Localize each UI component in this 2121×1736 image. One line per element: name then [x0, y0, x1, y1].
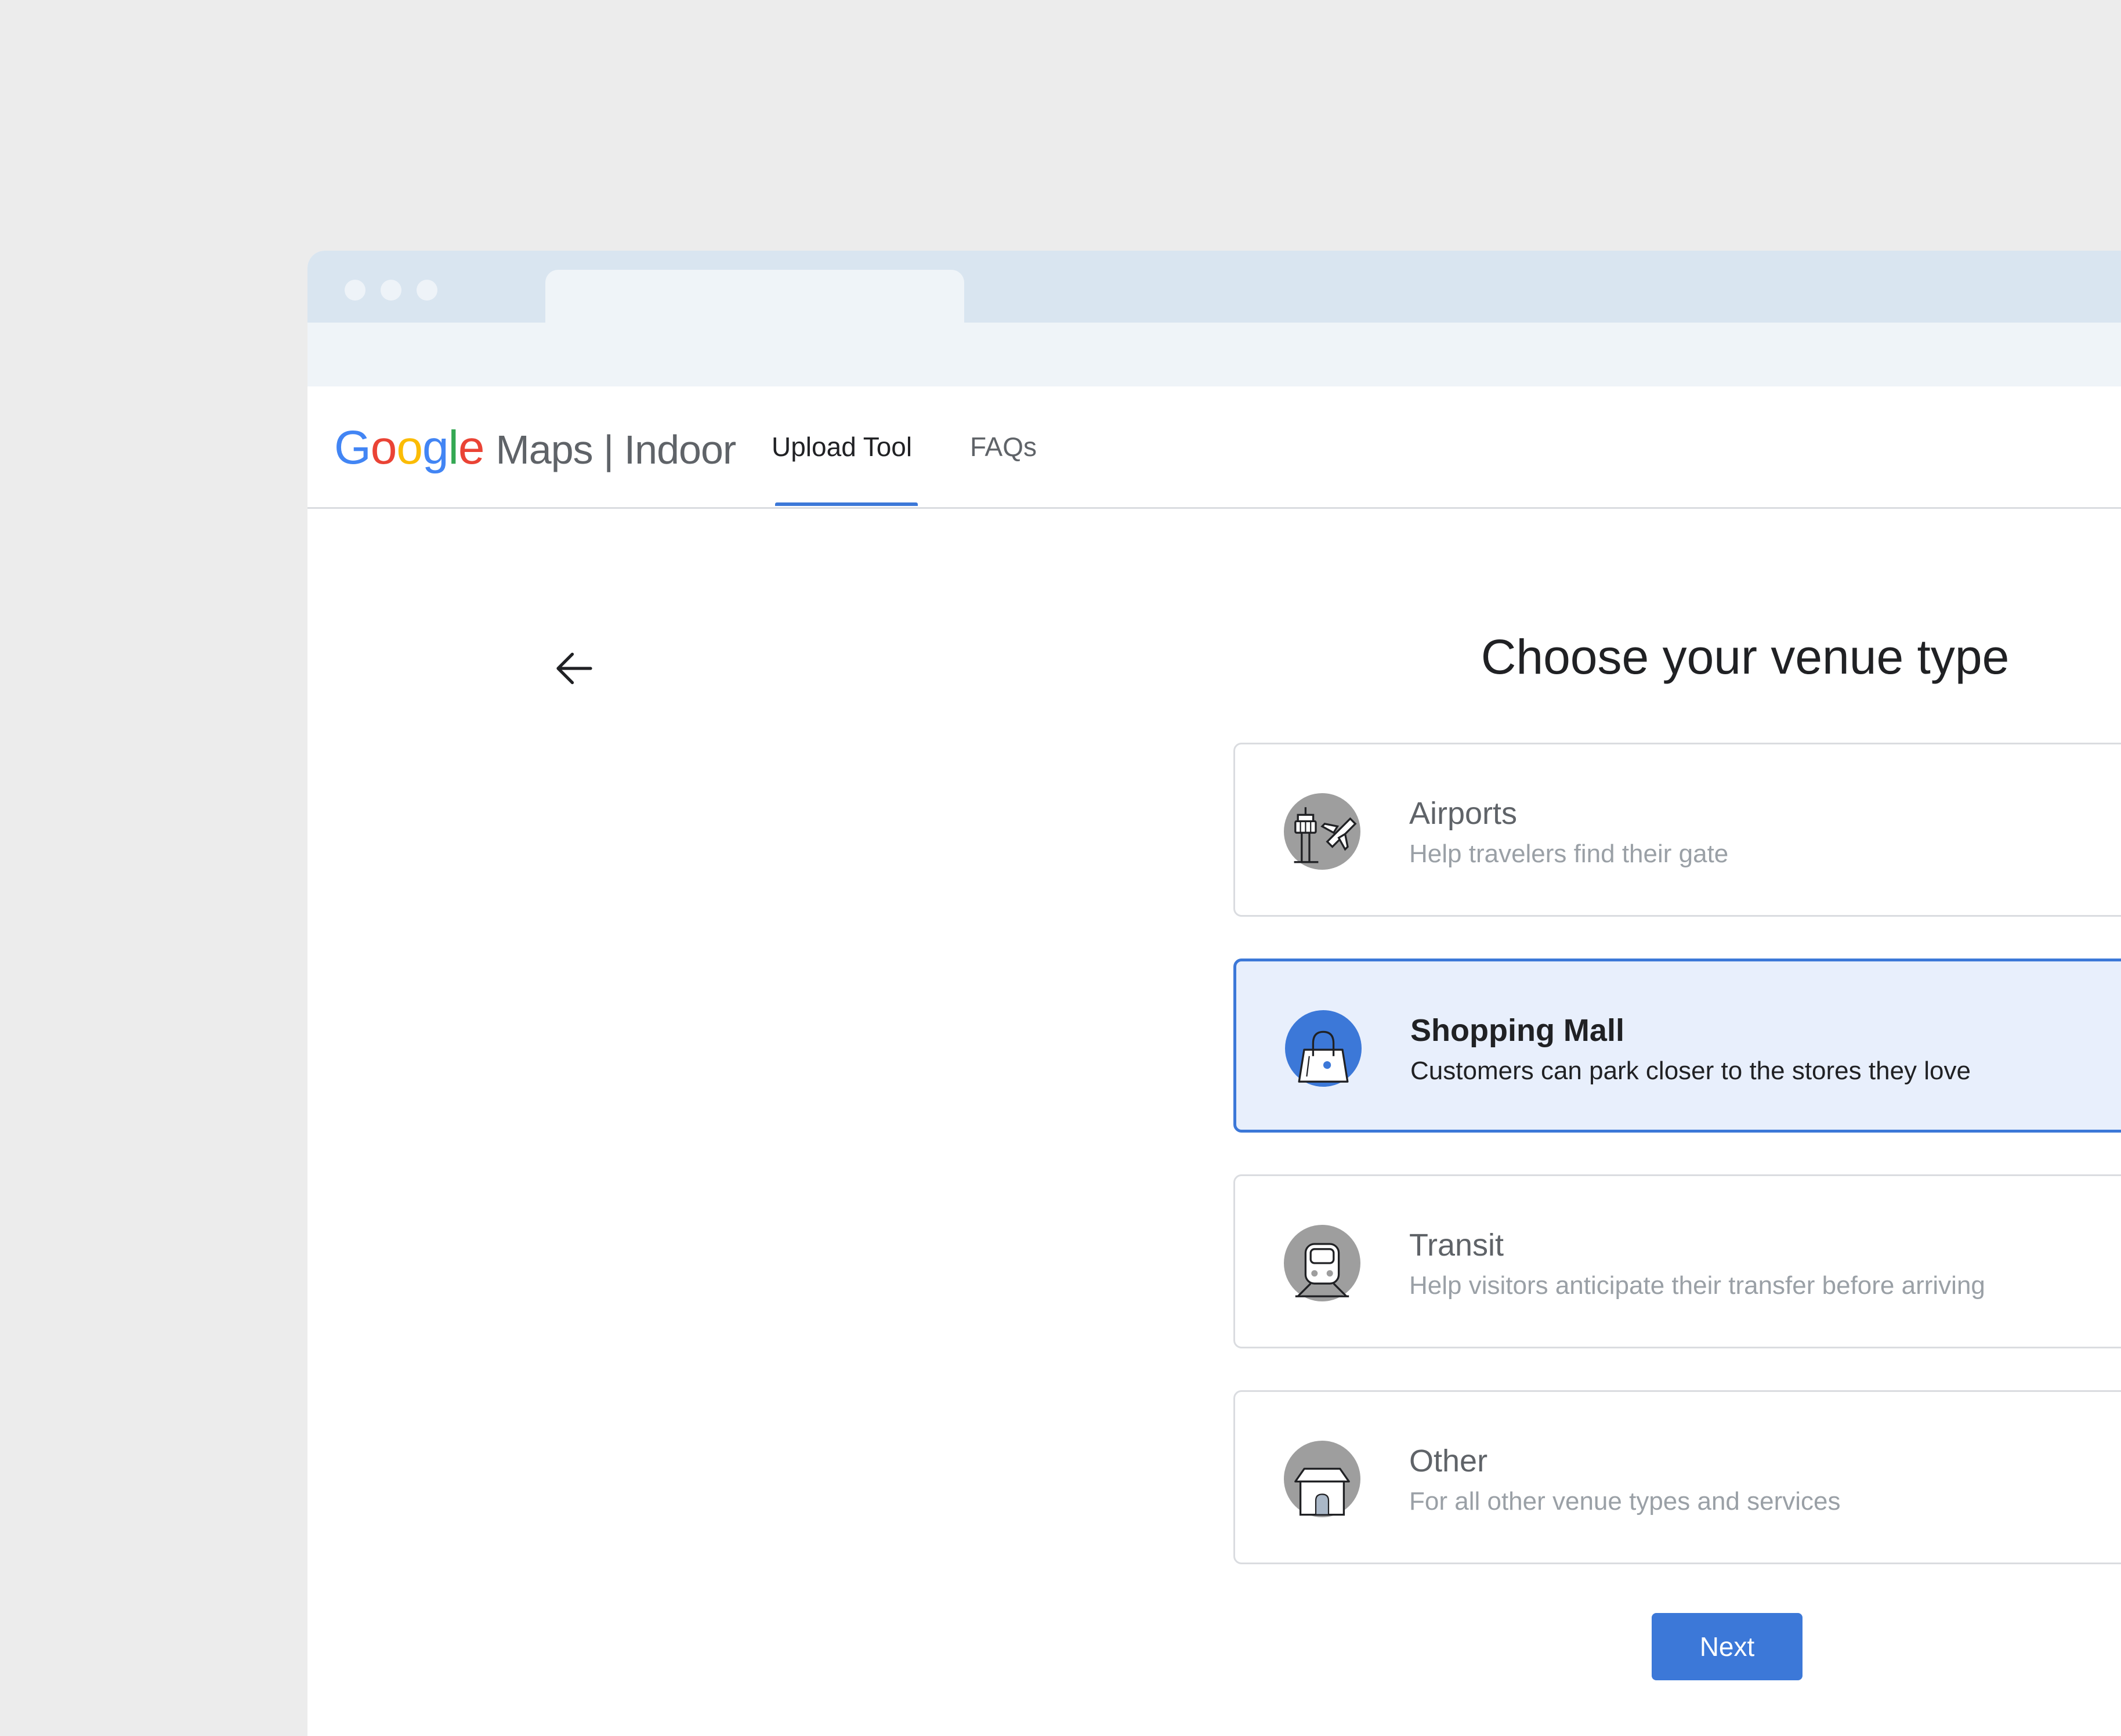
app-header: Google Maps | Indoor Upload Tool FAQs	[307, 386, 2121, 509]
back-button[interactable]	[528, 622, 621, 715]
venue-option-shopping-mall[interactable]: Shopping Mall Customers can park closer …	[1233, 959, 2121, 1133]
logo-letter: e	[458, 421, 485, 474]
tab-faqs[interactable]: FAQs	[970, 386, 1037, 507]
logo-letter: l	[448, 421, 459, 474]
google-maps-indoor-logo[interactable]: Google Maps | Indoor	[334, 419, 736, 479]
building-icon	[1284, 1441, 1360, 1517]
venue-option-text: Shopping Mall Customers can park closer …	[1410, 1010, 1971, 1091]
venue-option-text: Transit Help visitors anticipate their t…	[1409, 1225, 1985, 1306]
logo-letter: g	[422, 421, 449, 474]
venue-option-title: Airports	[1409, 796, 1518, 831]
browser-window: Google Maps | Indoor Upload Tool FAQs Cho…	[307, 251, 2121, 1736]
browser-toolbar	[307, 323, 2121, 386]
venue-option-text: Airports Help travelers find their gate	[1409, 793, 1728, 874]
venue-option-other[interactable]: Other For all other venue types and serv…	[1233, 1390, 2121, 1564]
venue-option-description: For all other venue types and services	[1409, 1487, 1841, 1516]
airport-icon	[1284, 793, 1360, 870]
tab-upload-tool[interactable]: Upload Tool	[772, 386, 912, 507]
page-title: Choose your venue type	[1481, 630, 2010, 684]
venue-option-description: Help visitors anticipate their transfer …	[1409, 1271, 1985, 1300]
shopping-bag-icon	[1285, 1010, 1362, 1087]
window-control-dot[interactable]	[417, 280, 437, 301]
venue-option-title: Shopping Mall	[1410, 1013, 1624, 1048]
logo-letter: G	[334, 421, 371, 474]
venue-option-title: Transit	[1409, 1228, 1504, 1263]
venue-option-transit[interactable]: Transit Help visitors anticipate their t…	[1233, 1174, 2121, 1348]
venue-option-airports[interactable]: Airports Help travelers find their gate	[1233, 743, 2121, 917]
venue-option-description: Help travelers find their gate	[1409, 840, 1729, 868]
arrow-left-icon	[556, 652, 592, 685]
venue-option-title: Other	[1409, 1444, 1488, 1478]
train-icon	[1284, 1225, 1360, 1301]
window-control-dot[interactable]	[381, 280, 401, 301]
product-name: Maps | Indoor	[495, 427, 736, 472]
venue-option-description: Customers can park closer to the stores …	[1410, 1057, 1971, 1085]
logo-letter: o	[396, 421, 423, 474]
logo-letter: o	[370, 421, 397, 474]
next-button[interactable]: Next	[1652, 1613, 1803, 1680]
active-tab-indicator	[775, 502, 918, 506]
venue-option-text: Other For all other venue types and serv…	[1409, 1441, 1841, 1522]
window-control-dot[interactable]	[345, 280, 365, 301]
